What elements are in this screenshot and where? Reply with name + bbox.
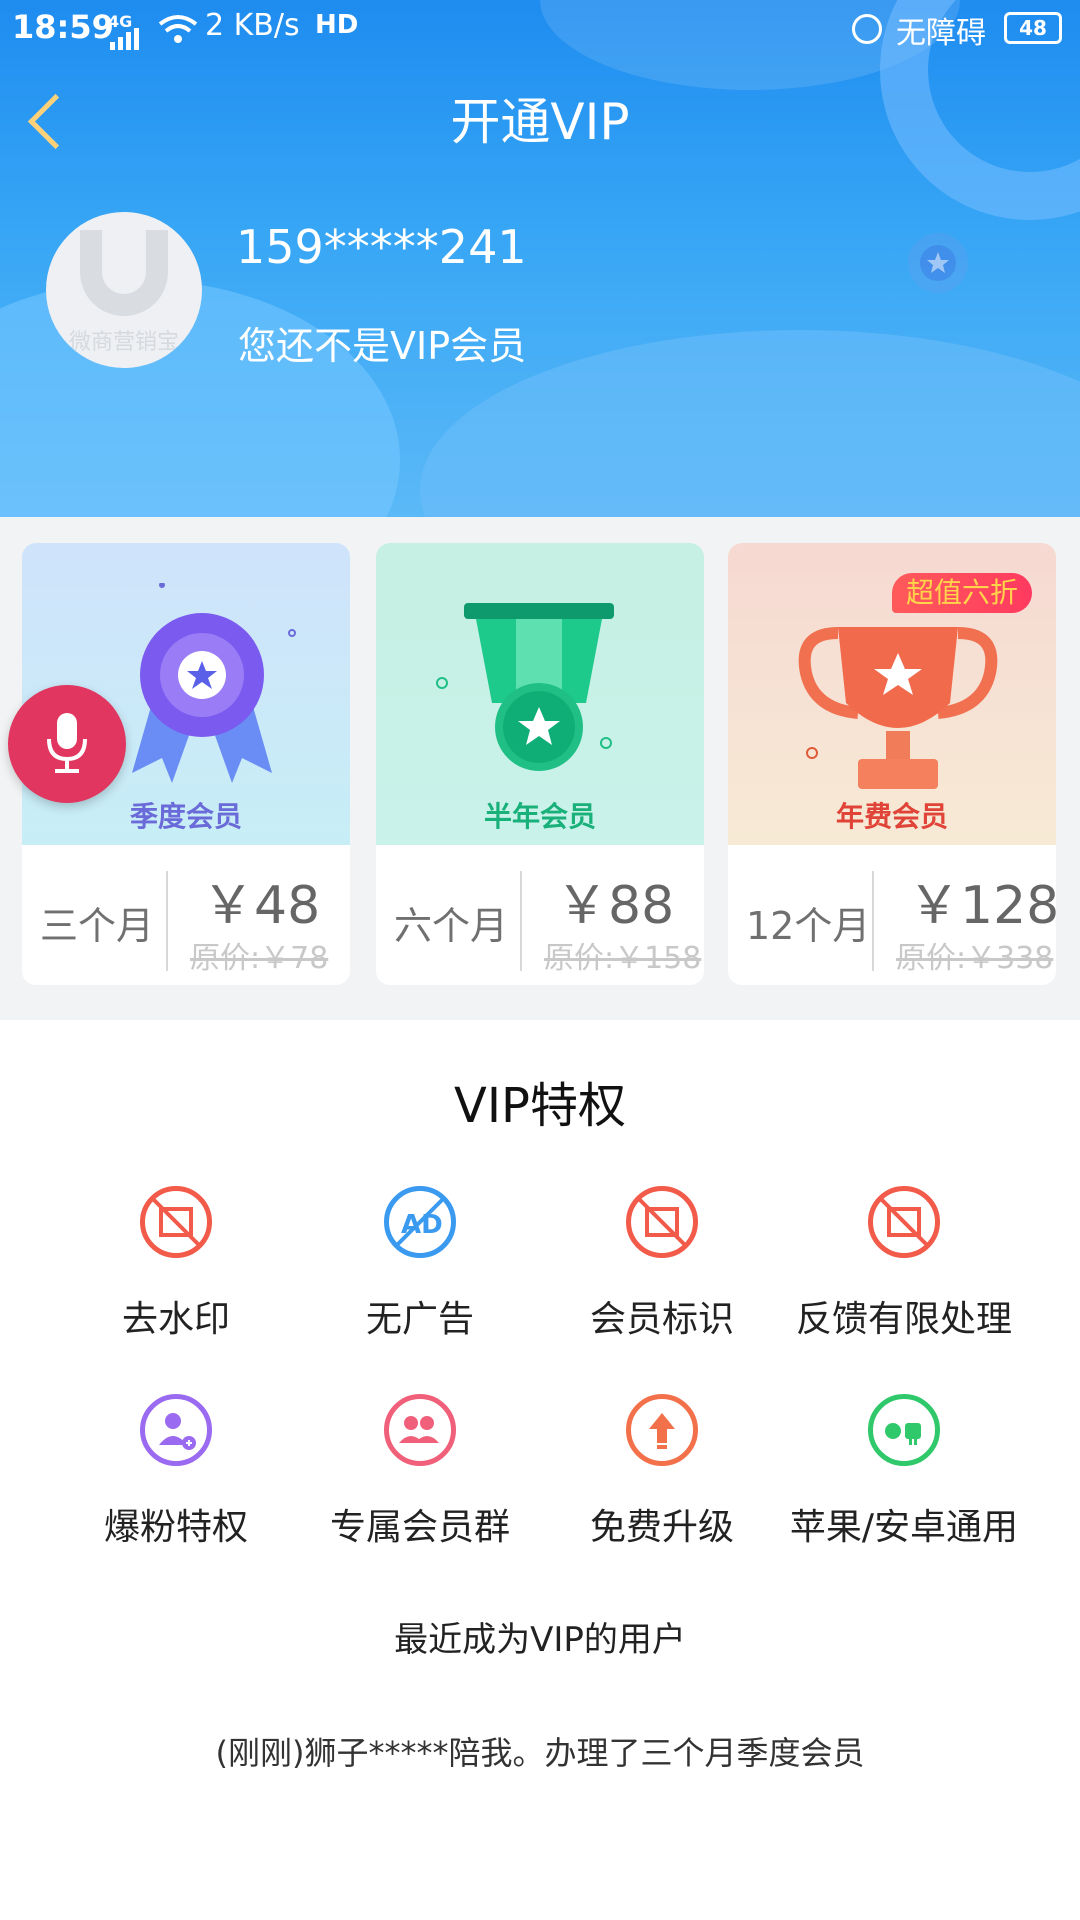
discount-tag: 超值六折: [892, 573, 1033, 613]
signal-icon: [110, 28, 139, 50]
privilege-no-ads: AD 无广告: [300, 1186, 540, 1386]
privilege-member-badge: 会员标识: [542, 1186, 782, 1386]
plan-price-row: 三个月 ￥48 原价:￥78: [22, 845, 350, 985]
plan-price: ￥88: [556, 876, 675, 936]
divider: [520, 871, 522, 971]
privilege-label: 专属会员群: [329, 1507, 510, 1548]
privilege-free-upgrade: 免费升级: [542, 1394, 782, 1594]
page-title: 开通VIP: [450, 93, 630, 151]
status-time: 18:59: [12, 8, 114, 46]
medal-icon: [436, 603, 614, 771]
divider: [872, 871, 874, 971]
vip-header-banner: 18:59 4G 2 KB/s HD 无障碍 48 开通VIP 微商营销宝 15…: [0, 0, 1080, 517]
network-speed: 2 KB/s: [205, 8, 300, 43]
privilege-fans: 爆粉特权: [56, 1394, 296, 1594]
membership-status: 您还不是VIP会员: [238, 324, 527, 368]
status-bar: 18:59 4G 2 KB/s HD 无障碍 48: [0, 0, 1080, 56]
accessibility-label: 无障碍: [896, 16, 986, 51]
privilege-feedback: 反馈有限处理: [784, 1186, 1024, 1386]
feedback-icon: [868, 1186, 940, 1258]
avatar-watermark-text: 微商营销宝: [68, 330, 179, 355]
divider: [166, 871, 168, 971]
plan-duration: 六个月: [394, 904, 509, 948]
plan-name: 年费会员: [835, 800, 948, 833]
trophy-icon: [798, 627, 998, 789]
privilege-remove-watermark: 去水印: [56, 1186, 296, 1386]
plan-duration: 三个月: [40, 904, 155, 948]
privilege-label: 反馈有限处理: [795, 1299, 1012, 1340]
star-decor-icon: [908, 233, 968, 293]
no-ads-icon: AD: [384, 1186, 456, 1258]
plan-original-price: 原价:￥158: [544, 941, 702, 976]
voice-input-button[interactable]: [8, 685, 126, 803]
plan-card-top: 半年会员: [376, 543, 704, 845]
privilege-member-group: 专属会员群: [300, 1394, 540, 1594]
avatar[interactable]: 微商营销宝: [46, 212, 202, 368]
plan-name: 半年会员: [483, 800, 596, 833]
plan-price-row: 12个月 ￥128 原价:￥338: [728, 845, 1056, 985]
wifi-icon: [158, 15, 198, 43]
microphone-icon: [47, 713, 87, 773]
add-fans-icon: [140, 1394, 212, 1466]
rosette-badge-icon: [132, 583, 296, 783]
plan-price: ￥128: [908, 876, 1056, 936]
app-logo-icon: [80, 230, 168, 316]
privilege-label: 苹果/安卓通用: [789, 1507, 1019, 1548]
battery-icon: 48: [1004, 12, 1062, 44]
recent-vip-entry: (刚刚)狮子*****陪我。办理了三个月季度会员: [215, 1734, 865, 1772]
upgrade-icon: [626, 1394, 698, 1466]
privilege-label: 无广告: [365, 1299, 474, 1340]
privilege-label: 爆粉特权: [103, 1507, 248, 1548]
plan-card-top: 超值六折 年费会员: [728, 543, 1056, 845]
recent-vip-title: 最近成为VIP的用户: [394, 1620, 686, 1660]
privileges-title: VIP特权: [454, 1078, 626, 1134]
privilege-label: 免费升级: [589, 1507, 734, 1548]
privilege-label: 去水印: [121, 1299, 230, 1340]
plan-original-price: 原价:￥338: [896, 941, 1054, 976]
accessibility-lock-icon: [852, 14, 882, 44]
member-group-icon: [384, 1394, 456, 1466]
user-phone: 159*****241: [236, 220, 527, 274]
apple-android-icon: [868, 1394, 940, 1466]
hd-voice-icon: HD: [315, 10, 359, 40]
plan-duration: 12个月: [746, 904, 871, 948]
member-badge-icon: [626, 1186, 698, 1258]
plan-original-price: 原价:￥78: [190, 941, 329, 976]
plan-price: ￥48: [202, 876, 321, 936]
plan-card-half-year[interactable]: 半年会员 六个月 ￥88 原价:￥158: [376, 543, 704, 985]
privilege-cross-platform: 苹果/安卓通用: [784, 1394, 1024, 1594]
plan-price-row: 六个月 ￥88 原价:￥158: [376, 845, 704, 985]
privilege-label: 会员标识: [589, 1299, 734, 1340]
no-watermark-icon: [140, 1186, 212, 1258]
plan-card-yearly[interactable]: 超值六折 年费会员 12个月 ￥128 原价:￥338: [728, 543, 1056, 985]
